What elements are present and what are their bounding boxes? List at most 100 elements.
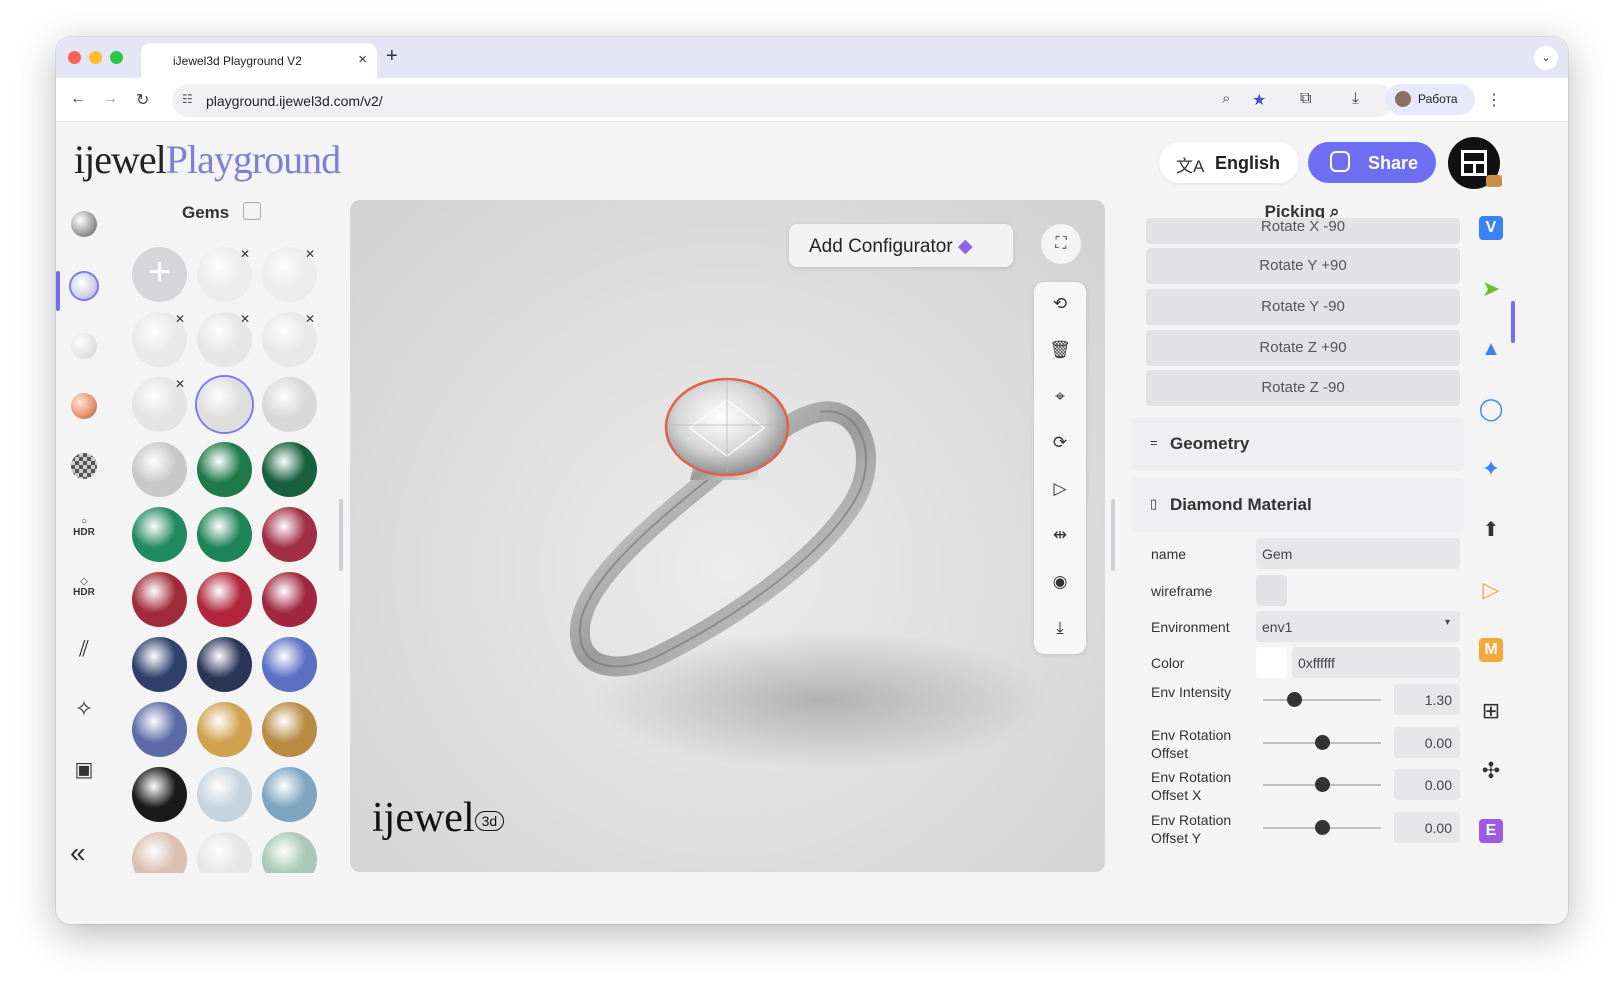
remove-gem-icon[interactable]: ✕ [305,312,315,326]
remove-gem-icon[interactable]: ✕ [240,312,250,326]
pointer-button[interactable]: ➤ [1474,272,1508,306]
name-field[interactable]: Gem [1256,538,1460,569]
add-configurator-button[interactable]: Add Configurator ◆ [789,224,1013,267]
v-plugin-button[interactable]: V [1474,211,1508,245]
remove-gem-icon[interactable]: ✕ [305,247,315,261]
language-button[interactable]: 文A English [1159,142,1299,183]
env-intensity-value[interactable]: 1.30 [1394,684,1460,715]
slider-thumb[interactable] [1315,820,1330,835]
zoom-icon[interactable]: ⌕ [1222,90,1230,107]
env-rotation-offset-x-slider[interactable] [1263,777,1381,792]
browser-menu-icon[interactable]: ⋮ [1486,90,1502,110]
add-gem-button[interactable]: + [132,247,187,302]
viewport-resize-handle[interactable] [1111,499,1115,571]
color-hex-field[interactable]: 0xffffff [1292,647,1460,678]
gem-swatch[interactable]: ✕ [132,312,187,367]
gem-swatch[interactable] [197,702,252,757]
reload-icon[interactable]: ↻ [136,90,149,110]
upload-button[interactable]: ⬆ [1474,512,1508,546]
sidebar-item-background[interactable]: ▣ [68,753,100,785]
sidebar-item-pattern[interactable] [68,450,100,482]
3d-viewport[interactable]: Add Configurator ◆ ⛶ ⟲ 🗑 ⌖ ⟳ ▷ ⇹ ◉ ⤓ ije… [350,200,1105,872]
play-button[interactable]: ▷ [1474,573,1508,607]
gem-swatch[interactable] [132,572,187,627]
sidebar-item-sparkle[interactable]: ✧ [68,693,100,725]
profile-button[interactable]: Работа [1385,84,1475,115]
gem-swatch[interactable] [132,702,187,757]
rotate-x-minus-button[interactable]: Rotate X -90 [1146,218,1460,244]
sidebar-item-stripes[interactable]: ⫽ [68,633,100,665]
app-logo[interactable]: ijewelPlayground [74,136,341,183]
env-rotation-offset-y-slider[interactable] [1263,820,1381,835]
slider-thumb[interactable] [1315,735,1330,750]
fullscreen-button[interactable]: ⛶ [1041,224,1081,264]
user-avatar[interactable] [1448,137,1502,189]
color-swatch[interactable] [1256,647,1287,678]
env-rotation-offset-y-value[interactable]: 0.00 [1394,812,1460,843]
gem-swatch[interactable] [132,507,187,562]
rotate-z-plus-button[interactable]: Rotate Z +90 [1146,330,1460,366]
remove-gem-icon[interactable]: ✕ [175,377,185,391]
site-settings-icon[interactable]: ☷ [182,92,193,106]
gem-swatch[interactable] [197,507,252,562]
gem-swatch[interactable] [262,377,317,432]
maximize-window-icon[interactable] [110,51,123,64]
minimize-window-icon[interactable] [89,51,102,64]
tab-close-icon[interactable]: × [358,51,367,68]
gem-swatch[interactable]: ✕ [197,247,252,302]
close-window-icon[interactable] [68,51,81,64]
new-tab-button[interactable]: + [386,45,398,68]
environment-select[interactable]: env1 ▾ [1256,611,1460,642]
star-button[interactable]: ✦ [1474,452,1508,486]
gem-swatch[interactable] [132,767,187,822]
circle-button[interactable]: ◯ [1474,392,1508,426]
sidebar-item-hdr-ring[interactable]: ○ HDR [68,511,100,543]
geometry-section-header[interactable]: = Geometry [1132,417,1464,471]
camera-icon[interactable]: ◉ [1048,570,1072,594]
e-plugin-button[interactable]: E [1474,814,1508,848]
gem-swatch[interactable] [197,442,252,497]
extensions-icon[interactable]: ⧉ [1300,90,1311,108]
focus-icon[interactable]: ⌖ [1048,385,1072,409]
rotate-y-minus-button[interactable]: Rotate Y -90 [1146,289,1460,325]
gem-swatch[interactable] [262,767,317,822]
gem-swatch[interactable]: ✕ [132,377,187,432]
share-button[interactable]: Share [1308,142,1436,183]
sidebar-item-hdr-diamond[interactable]: ◇ HDR [68,571,100,603]
sidebar-item-gems[interactable] [68,270,100,302]
panel-resize-handle[interactable] [339,499,343,571]
sidebar-item-pearl[interactable] [68,330,100,362]
rotate-left-icon[interactable]: ⟲ [1048,292,1072,316]
gem-swatch[interactable] [197,832,252,873]
gem-swatch[interactable] [197,377,252,432]
env-intensity-slider[interactable] [1263,692,1381,707]
gem-swatch[interactable] [197,767,252,822]
wireframe-checkbox[interactable] [1256,575,1287,606]
tab-search-button[interactable]: ⌄ [1534,46,1558,70]
downloads-icon[interactable]: ⤓ [1352,90,1359,108]
collapse-sidebar-button[interactable]: « [70,837,86,869]
gem-swatch[interactable] [262,442,317,497]
material-section-header[interactable]: ▯ Diamond Material [1132,478,1464,532]
gem-swatch[interactable] [262,572,317,627]
env-rotation-offset-x-value[interactable]: 0.00 [1394,769,1460,800]
forward-icon[interactable]: → [102,90,118,108]
remove-gem-icon[interactable]: ✕ [175,312,185,326]
gem-swatch[interactable] [132,442,187,497]
shapes-button[interactable]: ▲ [1474,332,1508,366]
back-icon[interactable]: ← [70,90,86,108]
gem-swatch[interactable] [262,507,317,562]
rotate-y-plus-button[interactable]: Rotate Y +90 [1146,248,1460,284]
grid-button[interactable]: ⊞ [1474,694,1508,728]
move-icon[interactable]: ⇹ [1048,523,1072,547]
play-icon[interactable]: ▷ [1048,477,1072,501]
rotate-right-icon[interactable]: ⟳ [1048,431,1072,455]
slider-thumb[interactable] [1286,692,1302,707]
gem-swatch[interactable] [197,572,252,627]
delete-icon[interactable]: 🗑 [1048,338,1072,362]
download-icon[interactable]: ⤓ [1048,616,1072,640]
slider-thumb[interactable] [1315,777,1330,792]
gem-swatch[interactable] [262,832,317,873]
rotate-z-minus-button[interactable]: Rotate Z -90 [1146,370,1460,406]
gem-swatch[interactable] [262,637,317,692]
